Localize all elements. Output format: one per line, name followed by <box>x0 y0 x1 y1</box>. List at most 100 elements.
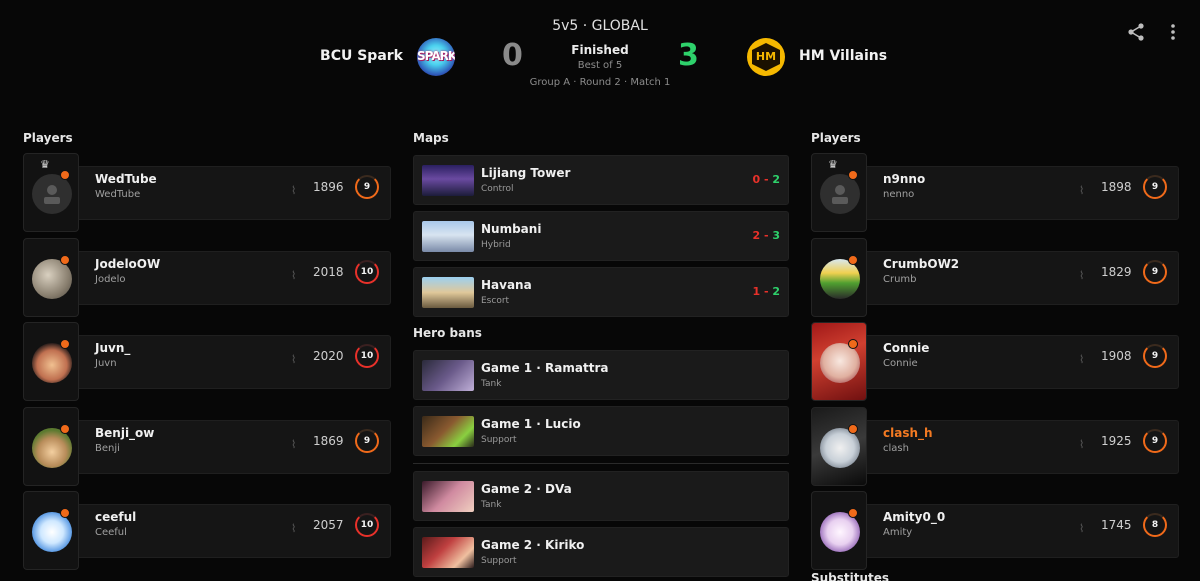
hero-ban-title: Game 2 · Kiriko <box>481 538 585 552</box>
hero-portrait <box>422 481 474 512</box>
map-name: Havana <box>481 278 532 292</box>
player-card[interactable]: ♛ n9nno nenno ⌇ 1898 9 <box>811 153 1179 232</box>
player-rating: 1829 <box>1101 265 1132 279</box>
team-b-score: 3 <box>678 38 699 73</box>
player-battletag: Jodelo <box>95 274 126 285</box>
player-card[interactable]: Juvn_ Juvn ⌇ 2020 10 <box>23 322 391 401</box>
player-avatar[interactable] <box>23 322 79 401</box>
match-header: 5v5 · GLOBAL BCU Spark SPARK 0 Finished … <box>0 0 1200 100</box>
player-battletag: Connie <box>883 358 918 369</box>
status-badge <box>848 424 858 434</box>
status-badge <box>848 255 858 265</box>
map-card[interactable]: Havana Escort 1 - 2 <box>413 267 789 317</box>
player-name[interactable]: JodeloOW <box>95 257 160 271</box>
trend-icon: ⌇ <box>291 184 297 197</box>
map-score-a: 1 <box>752 285 761 298</box>
status-badge <box>60 170 70 180</box>
player-avatar[interactable]: ♛ <box>23 153 79 232</box>
player-card[interactable]: CrumbOW2 Crumb ⌇ 1829 9 <box>811 238 1179 317</box>
player-battletag: Benji <box>95 443 120 454</box>
hero-portrait <box>422 537 474 568</box>
share-icon[interactable] <box>1126 22 1146 42</box>
substitutes-heading: Substitutes <box>811 571 890 581</box>
player-avatar[interactable] <box>23 238 79 317</box>
player-card[interactable]: Benji_ow Benji ⌇ 1869 9 <box>23 407 391 486</box>
player-name[interactable]: Connie <box>883 341 929 355</box>
map-score-b: 3 <box>772 229 780 242</box>
avatar-image <box>820 259 860 299</box>
map-thumbnail <box>422 165 474 196</box>
map-card[interactable]: Numbani Hybrid 2 - 3 <box>413 211 789 261</box>
player-name[interactable]: Juvn_ <box>95 341 130 355</box>
map-score-separator: - <box>760 285 773 298</box>
hero-ban-title: Game 2 · DVa <box>481 482 572 496</box>
player-rating: 1745 <box>1101 518 1132 532</box>
player-card[interactable]: ceeful Ceeful ⌇ 2057 10 <box>23 491 391 570</box>
hero-ban-card[interactable]: Game 2 · DVa Tank <box>413 471 789 521</box>
player-rating: 1896 <box>313 180 344 194</box>
hero-role: Support <box>481 435 517 445</box>
trend-icon: ⌇ <box>1079 353 1085 366</box>
player-avatar[interactable] <box>811 407 867 486</box>
avatar-image <box>820 343 860 383</box>
hero-ban-card[interactable]: Game 2 · Kiriko Support <box>413 527 789 577</box>
level-ring: 9 <box>355 429 379 453</box>
hero-portrait <box>422 416 474 447</box>
player-card[interactable]: Connie Connie ⌇ 1908 9 <box>811 322 1179 401</box>
map-score-b: 2 <box>772 285 780 298</box>
map-thumbnail <box>422 277 474 308</box>
hero-ban-card[interactable]: Game 1 · Lucio Support <box>413 406 789 456</box>
player-avatar[interactable] <box>23 491 79 570</box>
player-battletag: Ceeful <box>95 527 127 538</box>
maps-heading: Maps <box>413 131 449 145</box>
map-score-separator: - <box>760 229 773 242</box>
player-avatar[interactable] <box>811 322 867 401</box>
player-name[interactable]: CrumbOW2 <box>883 257 959 271</box>
hero-role: Tank <box>481 500 502 510</box>
hero-portrait <box>422 360 474 391</box>
player-battletag: Crumb <box>883 274 917 285</box>
player-card[interactable]: JodeloOW Jodelo ⌇ 2018 10 <box>23 238 391 317</box>
default-avatar-icon <box>820 174 860 214</box>
hero-ban-title: Game 1 · Ramattra <box>481 361 609 375</box>
player-avatar[interactable] <box>811 238 867 317</box>
player-battletag: Juvn <box>95 358 117 369</box>
hero-ban-card[interactable]: Game 1 · Ramattra Tank <box>413 350 789 400</box>
more-vertical-icon[interactable] <box>1165 22 1181 42</box>
match-stage: Group A · Round 2 · Match 1 <box>529 77 671 88</box>
match-status: Finished <box>571 43 629 57</box>
player-card[interactable]: Amity0_0 Amity ⌇ 1745 8 <box>811 491 1179 570</box>
team-b-logo[interactable]: HM <box>747 38 785 76</box>
map-card[interactable]: Lijiang Tower Control 0 - 2 <box>413 155 789 205</box>
player-card[interactable]: clash_h clash ⌇ 1925 9 <box>811 407 1179 486</box>
player-avatar[interactable] <box>811 491 867 570</box>
status-badge <box>848 508 858 518</box>
player-avatar[interactable] <box>23 407 79 486</box>
avatar-image <box>32 428 72 468</box>
map-score-separator: - <box>760 173 773 186</box>
player-avatar[interactable]: ♛ <box>811 153 867 232</box>
player-name[interactable]: ceeful <box>95 510 136 524</box>
player-name[interactable]: n9nno <box>883 172 925 186</box>
trend-icon: ⌇ <box>291 269 297 282</box>
team-b-name[interactable]: HM Villains <box>799 48 887 64</box>
map-name: Numbani <box>481 222 542 236</box>
map-score-a: 2 <box>752 229 761 242</box>
level-ring: 9 <box>1143 175 1167 199</box>
player-rating: 2057 <box>313 518 344 532</box>
map-mode: Control <box>481 184 514 194</box>
trend-icon: ⌇ <box>291 522 297 535</box>
player-name[interactable]: clash_h <box>883 426 933 440</box>
player-name[interactable]: WedTube <box>95 172 157 186</box>
trend-icon: ⌇ <box>291 438 297 451</box>
map-mode: Hybrid <box>481 240 511 250</box>
player-name[interactable]: Benji_ow <box>95 426 154 440</box>
avatar-image <box>32 512 72 552</box>
avatar-image <box>820 512 860 552</box>
player-rating: 1908 <box>1101 349 1132 363</box>
player-name[interactable]: Amity0_0 <box>883 510 945 524</box>
match-mode: 5v5 · GLOBAL <box>552 18 648 34</box>
player-card[interactable]: ♛ WedTube WedTube ⌇ 1896 9 <box>23 153 391 232</box>
hero-bans-heading: Hero bans <box>413 326 482 340</box>
ban-divider <box>413 463 789 464</box>
